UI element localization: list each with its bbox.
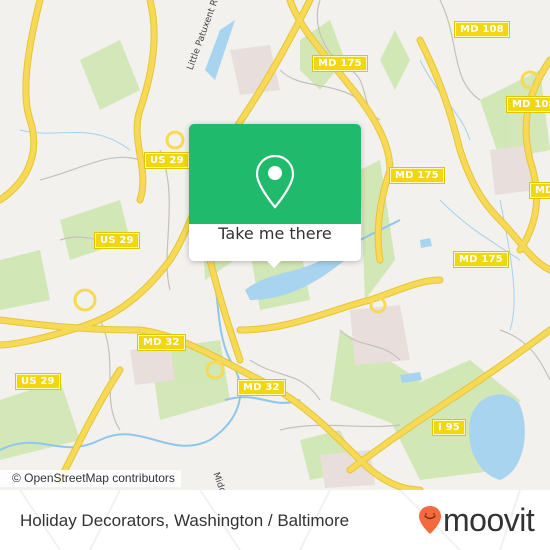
location-popup[interactable]: Take me there <box>189 124 361 268</box>
take-me-there-button[interactable]: Take me there <box>189 224 361 261</box>
popup-header <box>189 124 361 224</box>
road-shield-us29-north: US 29 <box>145 153 189 168</box>
map-pin-icon <box>255 154 295 209</box>
road-shield-md108: MD 108 <box>455 22 509 37</box>
moovit-pin-icon <box>419 506 441 534</box>
moovit-logo[interactable]: moovit <box>418 502 535 538</box>
moovit-wordmark: moovit <box>443 502 535 538</box>
road-shield-md32-west: MD 32 <box>138 335 185 350</box>
road-shield-md-edge: MD <box>530 183 550 198</box>
road-shield-us29-mid: US 29 <box>95 233 139 248</box>
place-title: Holiday Decorators, Washington / Baltimo… <box>20 511 350 530</box>
popup-pointer <box>265 259 283 268</box>
road-shield-md32: MD 32 <box>238 380 285 395</box>
road-shield-md175-top: MD 175 <box>313 56 367 71</box>
road-shield-md175-east: MD 175 <box>454 252 508 267</box>
map-attribution[interactable]: © OpenStreetMap contributors <box>0 470 181 487</box>
road-shield-us29-south: US 29 <box>16 374 60 389</box>
footer: Holiday Decorators, Washington / Baltimo… <box>0 490 550 550</box>
road-shield-md175-mid: MD 175 <box>390 168 444 183</box>
road-shield-i95: I 95 <box>433 420 465 435</box>
road-shield-md108-east: MD 108 <box>507 97 550 112</box>
